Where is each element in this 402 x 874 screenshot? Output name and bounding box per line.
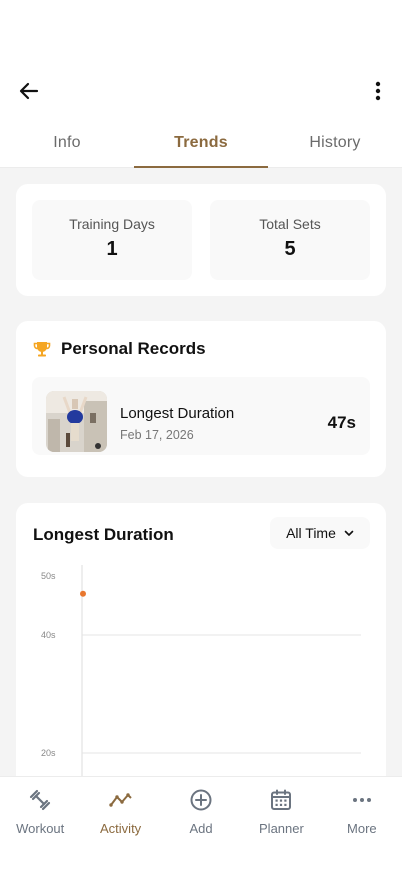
nav-activity[interactable]: Activity xyxy=(80,777,160,874)
activity-icon xyxy=(108,787,134,813)
nav-activity-label: Activity xyxy=(100,821,142,836)
trends-content[interactable]: Training Days 1 Total Sets 5 Personal Re… xyxy=(0,168,402,776)
nav-add[interactable]: Add xyxy=(161,777,241,874)
tab-info[interactable]: Info xyxy=(0,126,134,167)
stats-card: Training Days 1 Total Sets 5 xyxy=(16,184,386,296)
total-sets-label: Total Sets xyxy=(259,216,321,232)
training-days-value: 1 xyxy=(106,238,118,260)
chart-y-tick-label: 50s xyxy=(41,571,56,581)
add-circle-icon xyxy=(188,787,214,813)
nav-add-label: Add xyxy=(189,821,213,836)
record-name: Longest Duration xyxy=(120,405,235,422)
total-sets-stat: Total Sets 5 xyxy=(210,200,370,280)
personal-records-title: Personal Records xyxy=(61,339,206,358)
ellipsis-icon xyxy=(349,787,375,813)
nav-planner[interactable]: Planner xyxy=(241,777,321,874)
vertical-ellipsis-icon xyxy=(375,81,381,101)
chart-y-tick-label: 20s xyxy=(41,748,56,758)
nav-more-label: More xyxy=(347,821,377,836)
total-sets-value: 5 xyxy=(284,238,296,260)
tab-history[interactable]: History xyxy=(268,126,402,167)
nav-workout[interactable]: Workout xyxy=(0,777,80,874)
dumbbell-icon xyxy=(27,787,53,813)
chart-y-tick-label: 40s xyxy=(41,630,56,640)
nav-planner-label: Planner xyxy=(259,821,304,836)
tab-trends[interactable]: Trends xyxy=(134,126,268,168)
back-button[interactable] xyxy=(14,76,44,106)
tab-bar: Info Trends History xyxy=(0,126,402,168)
top-bar xyxy=(0,72,402,108)
exercise-thumbnail xyxy=(46,391,107,452)
bottom-navigation: Workout Activity Add Planner More xyxy=(0,776,402,874)
nav-workout-label: Workout xyxy=(16,821,65,836)
duration-chart-card: Longest Duration All Time 50s 40s 20s xyxy=(16,503,386,776)
personal-record-item[interactable]: Longest Duration Feb 17, 2026 47s xyxy=(32,377,370,455)
duration-chart: 50s 40s 20s xyxy=(41,565,361,776)
personal-records-header: Personal Records xyxy=(33,339,206,359)
training-days-label: Training Days xyxy=(69,216,155,232)
training-days-stat: Training Days 1 xyxy=(32,200,192,280)
nav-more[interactable]: More xyxy=(322,777,402,874)
chart-data-point[interactable] xyxy=(80,590,86,597)
record-value: 47s xyxy=(327,413,356,432)
personal-records-card: Personal Records Longest Duration Feb 17… xyxy=(16,321,386,477)
back-arrow-icon xyxy=(19,82,39,100)
record-date: Feb 17, 2026 xyxy=(120,428,194,442)
calendar-icon xyxy=(268,787,294,813)
overflow-menu-button[interactable] xyxy=(366,76,390,106)
trophy-icon xyxy=(33,342,51,357)
